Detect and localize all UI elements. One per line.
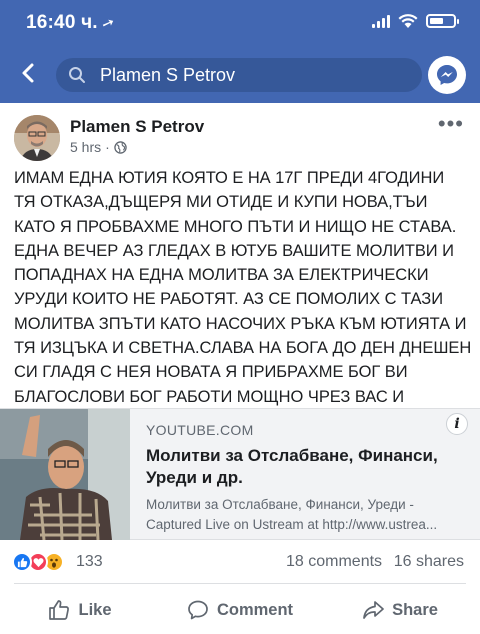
- messenger-icon: [437, 65, 457, 85]
- comment-icon: [188, 600, 208, 620]
- more-options-icon[interactable]: •••: [438, 113, 464, 135]
- wifi-icon: [398, 14, 418, 28]
- comments-count[interactable]: 18 comments: [286, 553, 382, 571]
- navigation-row: Plamen S Petrov: [0, 52, 480, 98]
- battery-icon: [426, 14, 459, 28]
- top-bar: 16:40 ч.➚ Plamen S Petrov: [0, 0, 480, 103]
- share-arrow-icon: [363, 601, 384, 619]
- status-time: 16:40 ч.➚: [26, 12, 117, 34]
- link-preview-card[interactable]: YOUTUBE.COM Молитви за Отслабване, Финан…: [0, 408, 480, 540]
- link-description-line-2: Captured Live on Ustream at http://www.u…: [146, 517, 438, 532]
- like-label: Like: [78, 600, 112, 619]
- comment-label: Comment: [216, 600, 294, 619]
- share-label: Share: [392, 600, 438, 619]
- thumbs-up-icon: [49, 600, 70, 620]
- search-icon: [69, 67, 85, 83]
- search-query: Plamen S Petrov: [100, 65, 236, 85]
- link-title[interactable]: Молитви за Отслабване, Финанси, Уреди и …: [146, 445, 446, 489]
- divider: [14, 583, 466, 584]
- post-meta: 5 hrs ·: [70, 139, 127, 155]
- status-bar: 16:40 ч.➚: [0, 0, 480, 44]
- meta-separator: ·: [105, 139, 110, 155]
- post-time[interactable]: 5 hrs: [70, 139, 101, 155]
- status-time-text: 16:40 ч.: [26, 12, 98, 33]
- globe-icon: [114, 140, 127, 154]
- post-body-text: ИМАМ ЕДНА ЮТИЯ КОЯТО Е НА 17Г ПРЕДИ 4ГОД…: [14, 169, 472, 430]
- like-icon: [12, 552, 32, 572]
- link-description-line-1: Молитви за Отслабване, Финанси, Уреди -: [146, 497, 414, 512]
- post-author-name[interactable]: Plamen S Petrov: [70, 117, 204, 137]
- link-domain: YOUTUBE.COM: [146, 422, 254, 438]
- status-icons: [372, 13, 459, 29]
- shares-count[interactable]: 16 shares: [394, 553, 464, 571]
- reaction-icons[interactable]: [12, 552, 64, 572]
- comment-button[interactable]: Comment: [160, 590, 320, 630]
- profile-photo: [14, 115, 60, 161]
- reactions-row: 133 18 comments 16 shares: [0, 548, 480, 578]
- search-input[interactable]: Plamen S Petrov: [56, 58, 422, 92]
- video-thumbnail[interactable]: [0, 409, 130, 540]
- post-header: Plamen S Petrov 5 hrs · •••: [0, 103, 480, 163]
- cellular-signal-icon: [372, 14, 390, 28]
- avatar[interactable]: [14, 115, 60, 161]
- reaction-count[interactable]: 133: [76, 553, 103, 571]
- action-bar: Like Comment Share: [0, 590, 480, 630]
- thumbnail-image: [0, 409, 130, 540]
- info-icon[interactable]: i: [446, 413, 468, 435]
- messenger-button[interactable]: [428, 56, 466, 94]
- share-button[interactable]: Share: [320, 590, 480, 630]
- back-arrow-icon[interactable]: [14, 58, 44, 88]
- link-description: Молитви за Отслабване, Финанси, Уреди - …: [146, 495, 466, 535]
- like-button[interactable]: Like: [0, 590, 160, 630]
- location-arrow-icon: ➚: [99, 13, 117, 34]
